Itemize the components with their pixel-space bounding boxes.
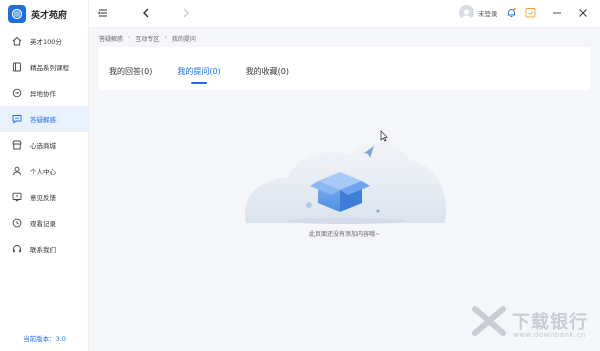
- mouse-cursor-icon: [380, 130, 388, 142]
- user-icon: [13, 166, 21, 176]
- store-icon: [12, 140, 22, 150]
- breadcrumb-item[interactable]: 互动专区: [135, 34, 159, 43]
- sidebar-item-collab[interactable]: 异地协作: [0, 80, 88, 106]
- tabs-card: 我的回答(0) 我的提问(0) 我的收藏(0): [99, 47, 590, 90]
- sidebar-item-store[interactable]: 心选商城: [0, 132, 88, 158]
- login-status[interactable]: 未登录: [459, 5, 498, 20]
- sidebar-item-feedback[interactable]: 意见反馈: [0, 184, 88, 210]
- watermark-logo-icon: [472, 306, 506, 336]
- sidebar-item-label: 心选商城: [30, 142, 56, 150]
- breadcrumb: 答疑解惑 › 互动专区 › 我的提问: [99, 34, 196, 43]
- brand: 英才苑府: [0, 0, 88, 28]
- sidebar-item-qa[interactable]: 答疑解惑: [0, 106, 88, 132]
- bell-icon[interactable]: [506, 7, 517, 18]
- headset-icon: [13, 245, 21, 253]
- login-label: 未登录: [478, 9, 498, 18]
- sidebar-nav: 英才100分 精品系列课程 异地协作 答疑解惑 心选商城 个人中心 意见反馈 观…: [0, 28, 88, 262]
- app-name: 英才苑府: [31, 10, 68, 21]
- breadcrumb-separator: ›: [164, 34, 167, 41]
- watermark-url: www.downbank.cn: [513, 331, 586, 339]
- close-icon[interactable]: [577, 7, 589, 19]
- feedback-icon: [12, 192, 22, 202]
- avatar: [459, 5, 474, 20]
- forward-arrow-icon[interactable]: [180, 7, 192, 19]
- back-arrow-icon[interactable]: [140, 7, 152, 19]
- history-icon: [12, 218, 22, 228]
- empty-box-illustration: [244, 142, 446, 224]
- sidebar-item-history[interactable]: 观看记录: [0, 210, 88, 236]
- sidebar-item-courses[interactable]: 精品系列课程: [0, 54, 88, 80]
- sidebar-item-label: 联系我们: [30, 246, 56, 254]
- sidebar: 英才苑府 英才100分 精品系列课程 异地协作 答疑解惑 心选商城 个人中心 意…: [0, 0, 89, 351]
- menu-collapse-icon[interactable]: [97, 7, 109, 19]
- breadcrumb-separator: ›: [128, 34, 131, 41]
- sync-icon: [12, 88, 22, 98]
- sidebar-item-label: 精品系列课程: [30, 64, 69, 72]
- breadcrumb-item[interactable]: 答疑解惑: [99, 34, 123, 43]
- sidebar-item-label: 观看记录: [30, 220, 56, 228]
- book-icon: [13, 62, 21, 72]
- chat-icon: [12, 115, 22, 124]
- empty-state-message: 此页面还没有添加内容哦~: [308, 231, 381, 238]
- sidebar-item-score[interactable]: 英才100分: [0, 28, 88, 54]
- titlebar: 未登录: [89, 0, 600, 28]
- sidebar-item-label: 个人中心: [30, 168, 56, 176]
- sidebar-item-profile[interactable]: 个人中心: [0, 158, 88, 184]
- minimize-icon[interactable]: [551, 7, 563, 19]
- sidebar-item-label: 异地协作: [30, 90, 56, 98]
- version-label: 当前版本：3.0: [23, 335, 66, 343]
- breadcrumb-item: 我的提问: [171, 36, 196, 43]
- app-logo-icon: [8, 5, 26, 23]
- sidebar-item-label: 意见反馈: [30, 194, 56, 202]
- tab-my-favorites[interactable]: 我的收藏(0): [246, 66, 289, 77]
- tab-my-questions[interactable]: 我的提问(0): [177, 66, 221, 84]
- tab-my-answers[interactable]: 我的回答(0): [109, 66, 152, 77]
- home-icon: [12, 36, 22, 46]
- sidebar-item-label: 答疑解惑: [30, 116, 56, 124]
- sidebar-item-contact[interactable]: 联系我们: [0, 236, 88, 262]
- sign-in-icon[interactable]: [525, 7, 536, 18]
- sidebar-item-label: 英才100分: [30, 38, 62, 46]
- tab-bar: 我的回答(0) 我的提问(0) 我的收藏(0): [109, 66, 289, 84]
